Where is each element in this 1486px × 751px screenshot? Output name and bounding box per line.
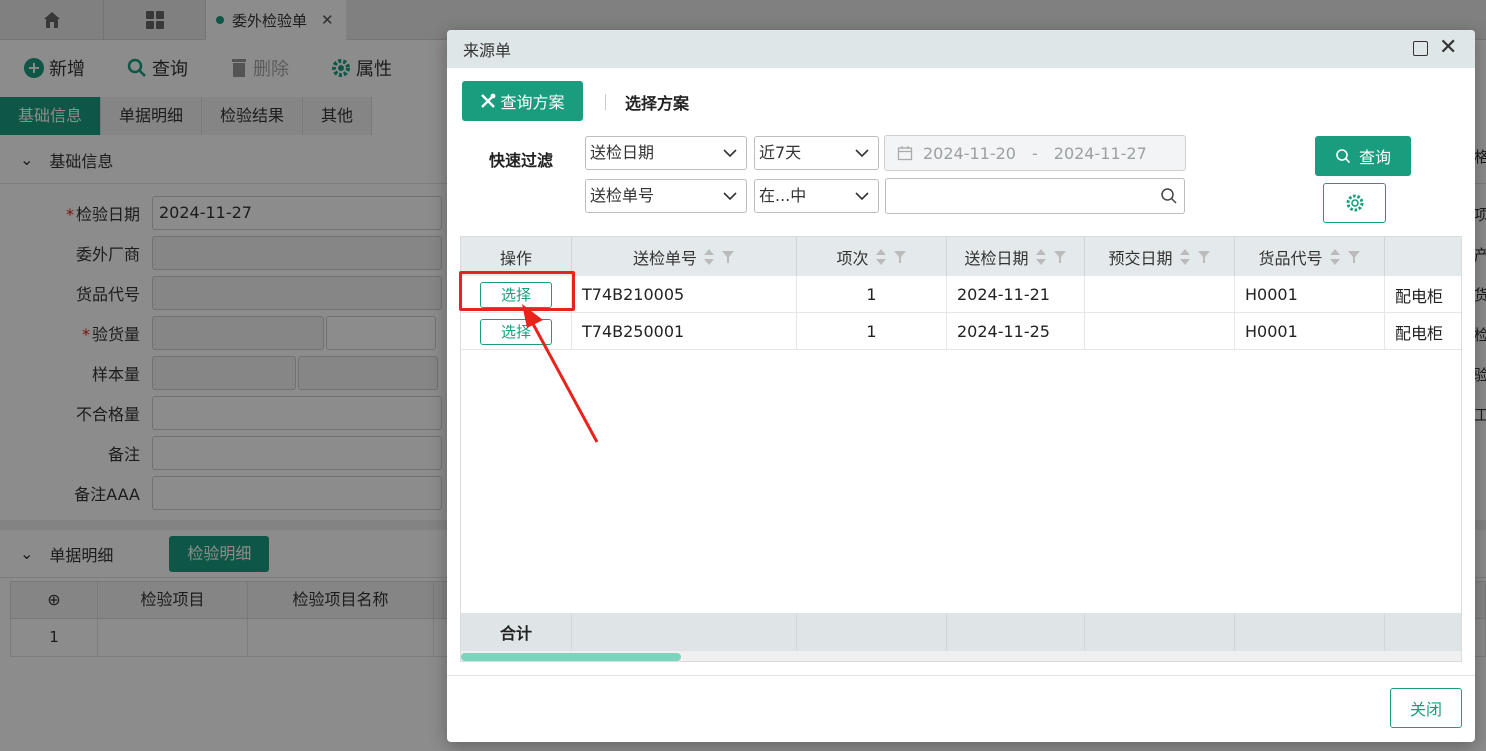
cell-due-date	[1085, 313, 1235, 350]
settings-button[interactable]	[1323, 183, 1386, 223]
chevron-down-icon	[855, 149, 869, 158]
col-seq[interactable]: 项次	[797, 237, 947, 276]
filter-icon[interactable]	[1053, 250, 1067, 264]
cell-due-date	[1085, 276, 1235, 313]
sort-icon[interactable]	[703, 248, 715, 266]
header-text: 预交日期	[1108, 248, 1173, 268]
filter-icon[interactable]	[721, 250, 735, 264]
maximize-icon[interactable]	[1413, 41, 1428, 56]
cell-date: 2024-11-21	[947, 276, 1085, 313]
select-value: 在...中	[759, 186, 807, 205]
total-cell	[947, 613, 1085, 651]
date-to: 2024-11-27	[1053, 143, 1147, 163]
total-label: 合计	[461, 613, 572, 651]
header-text: 送检日期	[964, 248, 1029, 268]
sort-icon[interactable]	[1035, 248, 1047, 266]
total-cell	[1085, 613, 1235, 651]
select-plan-link[interactable]: 选择方案	[625, 90, 689, 114]
query-plan-label: 查询方案	[500, 93, 565, 112]
col-goods-name[interactable]: 货	[1385, 237, 1461, 276]
action-cell: 选择	[461, 313, 572, 350]
col-goods-code[interactable]: 货品代号	[1235, 237, 1385, 276]
dialog-title: 来源单	[463, 41, 512, 60]
filter1-operator-select[interactable]: 近7天	[754, 136, 879, 170]
source-document-dialog: 来源单 ✕ 查询方案 选择方案 快速过滤 送检日期 近7天 2024-11-20…	[447, 30, 1475, 742]
sort-icon[interactable]	[875, 248, 887, 266]
total-cell	[1385, 613, 1461, 651]
total-cell	[572, 613, 797, 651]
select-value: 送检单号	[590, 186, 655, 205]
date-separator: -	[1031, 143, 1038, 163]
cell-goods-code: H0001	[1235, 276, 1385, 313]
query-plan-button[interactable]: 查询方案	[462, 81, 583, 121]
horizontal-scrollbar[interactable]	[461, 651, 1461, 661]
cell-date: 2024-11-25	[947, 313, 1085, 350]
close-button[interactable]: 关闭	[1390, 688, 1462, 728]
chevron-down-icon	[723, 149, 737, 158]
total-cell	[797, 613, 947, 651]
scrollbar-thumb[interactable]	[461, 653, 681, 661]
dialog-title-bar: 来源单	[447, 30, 1475, 68]
col-inspection-no[interactable]: 送检单号	[572, 237, 797, 276]
header-text: 送检单号	[632, 248, 697, 268]
filter-icon[interactable]	[1197, 250, 1211, 264]
source-table: 操作 送检单号 项次 送检日期 预交日期 货品代号 货 选择 T74B21000…	[460, 236, 1462, 662]
header-text: 项次	[836, 248, 869, 268]
cell-goods-code: H0001	[1235, 313, 1385, 350]
filter2-operator-select[interactable]: 在...中	[754, 179, 879, 213]
gear-icon	[1346, 194, 1363, 212]
select-value: 送检日期	[590, 143, 655, 162]
filter2-search-input[interactable]	[885, 178, 1185, 214]
date-range-picker[interactable]: 2024-11-20 - 2024-11-27	[884, 135, 1186, 171]
header-text: 操作	[499, 248, 532, 268]
sort-icon[interactable]	[1179, 248, 1191, 266]
cell-seq: 1	[797, 276, 947, 313]
filter1-field-select[interactable]: 送检日期	[585, 136, 747, 170]
tools-icon	[481, 93, 496, 108]
cell-inspection-no: T74B250001	[572, 313, 797, 350]
cell-seq: 1	[797, 313, 947, 350]
cell-inspection-no: T74B210005	[572, 276, 797, 313]
calendar-icon	[897, 146, 913, 161]
cell-goods-name: 配电柜	[1385, 276, 1461, 313]
query-button[interactable]: 查询	[1315, 136, 1411, 176]
header-text: 货品代号	[1258, 248, 1323, 268]
filter2-field-select[interactable]: 送检单号	[585, 179, 747, 213]
quick-filter-label: 快速过滤	[489, 151, 554, 170]
select-value: 近7天	[759, 143, 802, 162]
chevron-down-icon	[855, 192, 869, 201]
table-row[interactable]: 选择 T74B210005 1 2024-11-21 H0001 配电柜	[461, 276, 1461, 313]
footer-divider	[447, 675, 1475, 676]
table-footer: 合计	[461, 613, 1461, 651]
query-label: 查询	[1358, 148, 1391, 167]
search-icon	[1336, 149, 1351, 164]
annotation-highlight-box	[459, 271, 575, 311]
filter-icon[interactable]	[1347, 250, 1361, 264]
select-row-button[interactable]: 选择	[480, 318, 552, 345]
search-icon	[1161, 188, 1177, 204]
total-cell	[1235, 613, 1385, 651]
filter-icon[interactable]	[893, 250, 907, 264]
table-header: 操作 送检单号 项次 送检日期 预交日期 货品代号 货	[461, 237, 1461, 276]
col-due-date[interactable]: 预交日期	[1085, 237, 1235, 276]
sort-icon[interactable]	[1329, 248, 1341, 266]
divider	[605, 94, 606, 110]
close-icon[interactable]: ✕	[1439, 36, 1457, 60]
cell-goods-name: 配电柜	[1385, 313, 1461, 350]
col-inspection-date[interactable]: 送检日期	[947, 237, 1085, 276]
table-row[interactable]: 选择 T74B250001 1 2024-11-25 H0001 配电柜	[461, 313, 1461, 350]
chevron-down-icon	[723, 192, 737, 201]
date-from: 2024-11-20	[923, 143, 1016, 163]
